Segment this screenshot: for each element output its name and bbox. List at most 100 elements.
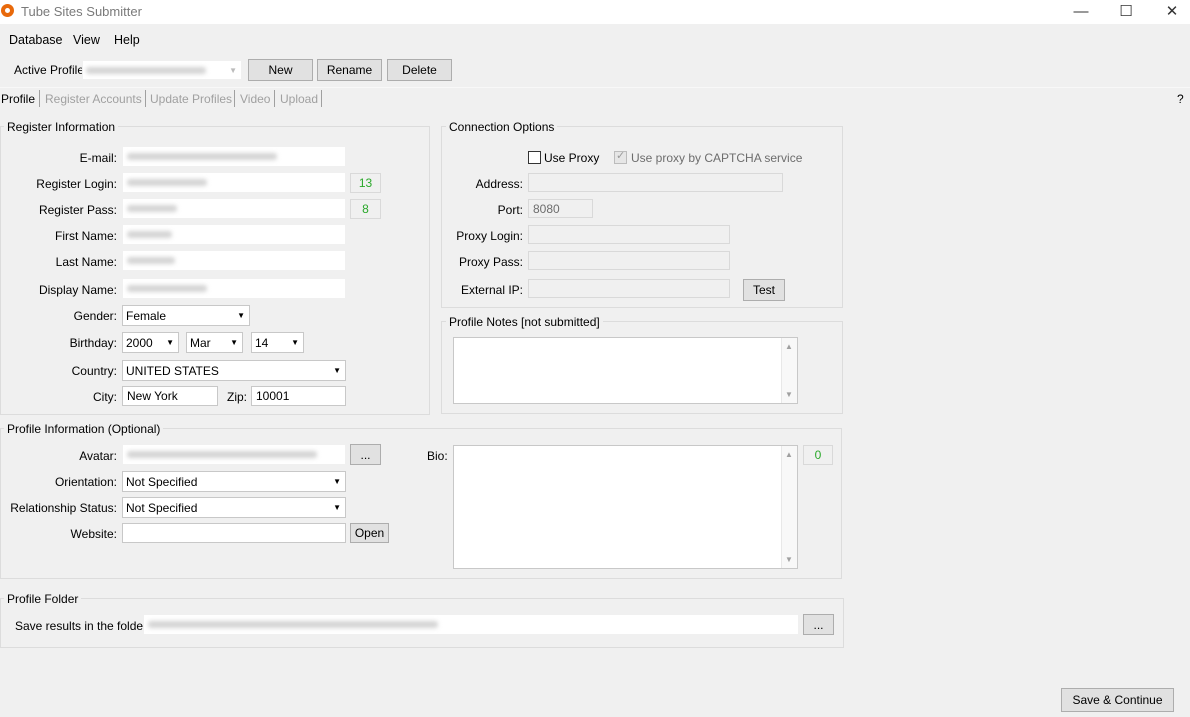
redacted-display-name [127, 285, 207, 292]
birth-year-value: 2000 [126, 335, 153, 350]
port-label: Port: [497, 203, 523, 217]
avatar-browse-button[interactable]: ... [350, 444, 381, 465]
bio-length-counter: 0 [803, 445, 833, 465]
proxy-port-field: 8080 [528, 199, 593, 218]
address-label: Address: [475, 177, 523, 191]
menu-view[interactable]: View [73, 33, 100, 47]
login-length-counter: 13 [350, 173, 381, 193]
display-name-label: Display Name: [38, 283, 117, 297]
register-login-field[interactable] [122, 172, 346, 193]
title-bar [0, 0, 1190, 24]
redacted-email [127, 153, 277, 160]
gender-label: Gender: [73, 309, 117, 323]
city-label: City: [93, 390, 117, 404]
active-profile-label: Active Profile: [14, 63, 88, 77]
pass-length-counter: 8 [350, 199, 381, 219]
app-gear-icon [1, 4, 14, 17]
delete-profile-button[interactable]: Delete [387, 59, 452, 81]
checkmark-icon: ✓ [616, 150, 626, 162]
minimize-button[interactable]: — [1059, 2, 1103, 22]
relationship-status-select[interactable]: Not Specified ▼ [122, 497, 346, 518]
use-proxy-label: Use Proxy [544, 151, 600, 165]
country-label: Country: [71, 364, 117, 378]
website-label: Website: [70, 527, 117, 541]
orientation-value: Not Specified [126, 474, 198, 489]
tab-separator [145, 90, 146, 107]
save-folder-label: Save results in the folder: [15, 619, 151, 633]
profile-information-title: Profile Information (Optional) [4, 422, 164, 436]
relationship-status-label: Relationship Status: [10, 501, 117, 515]
proxy-address-field [528, 173, 783, 192]
external-ip-label: External IP: [460, 283, 523, 297]
notes-scrollbar[interactable]: ▲ ▼ [781, 338, 797, 403]
birth-month-select[interactable]: Mar ▼ [186, 332, 243, 353]
relationship-status-value: Not Specified [126, 500, 198, 515]
captcha-proxy-checkbox: ✓ [614, 150, 627, 164]
gender-select[interactable]: Female ▼ [122, 305, 250, 326]
proxy-pass-label: Proxy Pass: [458, 255, 523, 269]
scroll-up-icon[interactable]: ▲ [785, 342, 793, 351]
help-question-icon[interactable]: ? [1177, 92, 1184, 106]
profile-folder-title: Profile Folder [4, 592, 82, 606]
city-field[interactable]: New York [122, 386, 218, 406]
tab-separator [39, 90, 40, 107]
redacted-first-name [127, 231, 172, 238]
close-button[interactable]: ✕ [1150, 2, 1190, 22]
chevron-down-icon: ▼ [166, 338, 174, 347]
save-continue-button[interactable]: Save & Continue [1061, 688, 1174, 712]
redacted-avatar-path [127, 451, 317, 458]
open-website-button[interactable]: Open [350, 523, 389, 543]
email-field[interactable] [122, 146, 346, 167]
first-name-field[interactable] [122, 224, 346, 245]
website-field[interactable] [122, 523, 346, 543]
redacted-profile-name [86, 66, 206, 74]
menu-database[interactable]: Database [9, 33, 63, 47]
register-login-label: Register Login: [36, 177, 117, 191]
scroll-down-icon[interactable]: ▼ [785, 390, 793, 399]
redacted-password [127, 205, 177, 212]
bio-textarea[interactable]: ▲ ▼ [453, 445, 798, 569]
avatar-path-field[interactable] [122, 444, 346, 465]
zip-field[interactable]: 10001 [251, 386, 346, 406]
proxy-login-label: Proxy Login: [456, 229, 523, 243]
menu-help[interactable]: Help [114, 33, 140, 47]
chevron-down-icon: ▼ [333, 503, 341, 512]
scroll-down-icon[interactable]: ▼ [785, 555, 793, 564]
save-folder-field[interactable] [143, 614, 799, 635]
display-name-field[interactable] [122, 278, 346, 299]
tab-separator [321, 90, 322, 107]
tab-upload[interactable]: Upload [280, 92, 318, 106]
zip-label: Zip: [227, 390, 248, 404]
rename-profile-button[interactable]: Rename [317, 59, 382, 81]
active-profile-select[interactable]: ▼ [82, 60, 242, 80]
window-title: Tube Sites Submitter [21, 4, 142, 19]
use-proxy-checkbox[interactable] [528, 151, 541, 164]
orientation-label: Orientation: [54, 475, 117, 489]
country-select[interactable]: UNITED STATES ▼ [122, 360, 346, 381]
register-pass-label: Register Pass: [38, 203, 117, 217]
birthday-label: Birthday: [69, 336, 117, 350]
birth-year-select[interactable]: 2000 ▼ [122, 332, 179, 353]
avatar-label: Avatar: [79, 449, 117, 463]
new-profile-button[interactable]: New [248, 59, 313, 81]
last-name-field[interactable] [122, 250, 346, 271]
tab-video[interactable]: Video [240, 92, 270, 106]
scroll-up-icon[interactable]: ▲ [785, 450, 793, 459]
proxy-pass-field [528, 251, 730, 270]
profile-notes-textarea[interactable]: ▲ ▼ [453, 337, 798, 404]
birth-day-value: 14 [255, 335, 269, 350]
maximize-button[interactable]: ☐ [1104, 2, 1148, 22]
chevron-down-icon: ▼ [333, 366, 341, 375]
tab-profile[interactable]: Profile [1, 92, 35, 106]
test-proxy-button[interactable]: Test [743, 279, 785, 301]
register-pass-field[interactable] [122, 198, 346, 219]
tab-update-profiles[interactable]: Update Profiles [150, 92, 232, 106]
redacted-folder-path [148, 621, 438, 628]
tab-register-accounts[interactable]: Register Accounts [45, 92, 142, 106]
chevron-down-icon: ▼ [237, 311, 245, 320]
orientation-select[interactable]: Not Specified ▼ [122, 471, 346, 492]
folder-browse-button[interactable]: ... [803, 614, 834, 635]
birth-day-select[interactable]: 14 ▼ [251, 332, 304, 353]
chevron-down-icon: ▼ [291, 338, 299, 347]
bio-scrollbar[interactable]: ▲ ▼ [781, 446, 797, 568]
